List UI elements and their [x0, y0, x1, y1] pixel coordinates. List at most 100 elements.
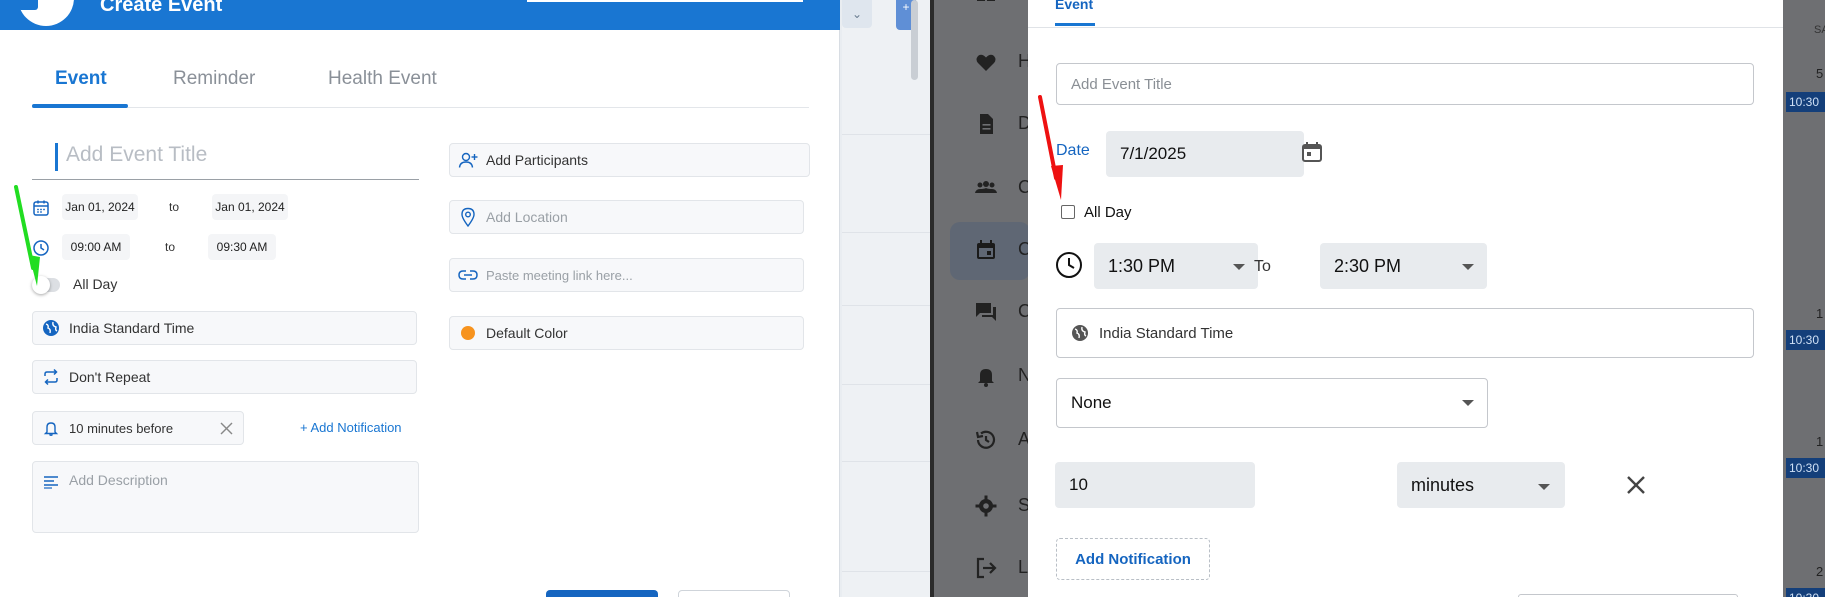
header-field: [527, 0, 803, 2]
gear-icon[interactable]: [974, 494, 998, 518]
calendar-icon: [33, 200, 49, 216]
chevron-down-icon: [1538, 484, 1550, 490]
all-day-checkbox[interactable]: [1061, 205, 1075, 219]
calendar-background: [1783, 0, 1825, 597]
background-calendar: [842, 0, 930, 597]
calendar-icon: [18, 0, 38, 10]
all-day-label: All Day: [1084, 204, 1132, 221]
description-input[interactable]: Add Description: [32, 461, 419, 533]
participants-field[interactable]: Add Participants: [449, 143, 810, 177]
right-screenshot: H D C C C N A S L SA 5 10:30 1 10:30 1 1…: [934, 0, 1825, 597]
bg-grid-line: [842, 305, 930, 306]
calendar-event[interactable]: 10:30: [1786, 92, 1825, 112]
meeting-link-input[interactable]: Paste meeting link here...: [449, 258, 804, 292]
text-caret: [55, 143, 58, 171]
tab-reminder[interactable]: Reminder: [173, 68, 255, 90]
add-person-icon: [458, 150, 478, 170]
calendar-event[interactable]: 10:30: [1786, 330, 1825, 350]
repeat-value: Don't Repeat: [69, 369, 151, 385]
add-notification-button[interactable]: Add Notification: [1056, 538, 1210, 580]
location-placeholder: Add Location: [486, 209, 568, 225]
event-title-input[interactable]: Add Event Title: [66, 143, 207, 167]
color-field[interactable]: Default Color: [449, 316, 804, 350]
location-pin-icon: [458, 207, 478, 227]
time-separator: to: [165, 240, 176, 254]
close-icon[interactable]: [1625, 474, 1647, 496]
event-title-placeholder: Add Event Title: [1071, 75, 1172, 93]
tab-event[interactable]: Event: [1055, 0, 1093, 12]
repeat-field[interactable]: Don't Repeat: [32, 360, 417, 394]
document-icon[interactable]: [974, 112, 998, 136]
reminder-unit-value: minutes: [1411, 474, 1475, 495]
chat-icon[interactable]: [974, 300, 998, 324]
timezone-field[interactable]: India Standard Time: [32, 311, 417, 345]
date-value: 7/1/2025: [1120, 144, 1187, 163]
active-tab-indicator: [32, 104, 128, 108]
chevron-down-icon: [1233, 264, 1245, 270]
timezone-value: India Standard Time: [69, 320, 195, 336]
cancel-button[interactable]: [678, 590, 790, 597]
active-tab-indicator: [1055, 23, 1095, 26]
dashboard-icon[interactable]: [974, 0, 998, 14]
bg-grid-line: [842, 384, 930, 385]
color-label: Default Color: [486, 325, 568, 341]
add-notification-link[interactable]: + Add Notification: [300, 420, 402, 435]
logout-icon[interactable]: [974, 556, 998, 580]
close-icon[interactable]: [220, 422, 233, 435]
calendar-date-number: 1: [1816, 306, 1824, 321]
calendar-icon[interactable]: [974, 238, 998, 262]
start-date-field[interactable]: Jan 01, 2024: [62, 194, 138, 220]
create-event-modal: Create Event Event Reminder Health Event…: [0, 0, 840, 597]
toggle-knob[interactable]: [32, 276, 50, 294]
event-title-input[interactable]: Add Event Title: [1056, 63, 1754, 105]
globe-icon: [1072, 325, 1088, 341]
date-input[interactable]: 7/1/2025: [1106, 131, 1304, 177]
meeting-link-placeholder: Paste meeting link here...: [486, 267, 633, 283]
calendar-icon[interactable]: [1300, 140, 1324, 164]
color-dot-icon: [458, 323, 478, 343]
bell-icon: [41, 418, 61, 438]
date-label: Date: [1056, 142, 1090, 159]
history-icon[interactable]: [974, 428, 998, 452]
end-time-field[interactable]: 09:30 AM: [208, 234, 276, 260]
reminder-value-input[interactable]: 10: [1055, 462, 1255, 508]
save-button[interactable]: [546, 590, 658, 597]
calendar-day-header: SA: [1814, 24, 1825, 36]
timezone-value: India Standard Time: [1099, 324, 1234, 342]
scrollbar[interactable]: [911, 0, 918, 80]
description-placeholder: Add Description: [69, 472, 168, 488]
chevron-down-icon: [1462, 264, 1474, 270]
calendar-event[interactable]: 10:30: [1786, 588, 1825, 597]
title-underline: [32, 179, 419, 180]
heart-icon[interactable]: [974, 50, 998, 74]
all-day-label: All Day: [73, 276, 118, 292]
chevron-down-icon: [1462, 400, 1474, 406]
start-time-field[interactable]: 09:00 AM: [62, 234, 130, 260]
left-screenshot: ⌄ + Create Event Event Reminder Health E…: [0, 0, 930, 597]
repeat-select[interactable]: None: [1056, 378, 1488, 428]
calendar-date-number: 1: [1816, 434, 1824, 449]
calendar-event[interactable]: 10:30: [1786, 458, 1825, 478]
clock-icon: [1056, 252, 1082, 278]
location-input[interactable]: Add Location: [449, 200, 804, 234]
sidebar-label: L: [1018, 557, 1029, 577]
text-lines-icon: [41, 472, 61, 492]
date-separator: to: [169, 200, 180, 214]
bell-icon[interactable]: [974, 364, 998, 388]
repeat-icon: [41, 367, 61, 387]
tab-divider: [32, 107, 809, 108]
bg-grid-line: [842, 232, 930, 233]
chevron-down-icon[interactable]: ⌄: [842, 0, 872, 28]
tab-health-event[interactable]: Health Event: [328, 68, 437, 90]
reminder-value: 10: [1069, 475, 1088, 494]
notification-field[interactable]: 10 minutes before: [32, 411, 244, 445]
start-time-value: 1:30 PM: [1108, 255, 1176, 276]
tab-divider: [1028, 27, 1783, 28]
end-date-field[interactable]: Jan 01, 2024: [212, 194, 288, 220]
tab-event[interactable]: Event: [55, 68, 107, 90]
time-separator: To: [1254, 258, 1271, 275]
link-icon: [458, 265, 478, 285]
notification-value: 10 minutes before: [69, 420, 174, 436]
people-icon[interactable]: [974, 176, 998, 200]
timezone-field[interactable]: India Standard Time: [1056, 308, 1754, 358]
